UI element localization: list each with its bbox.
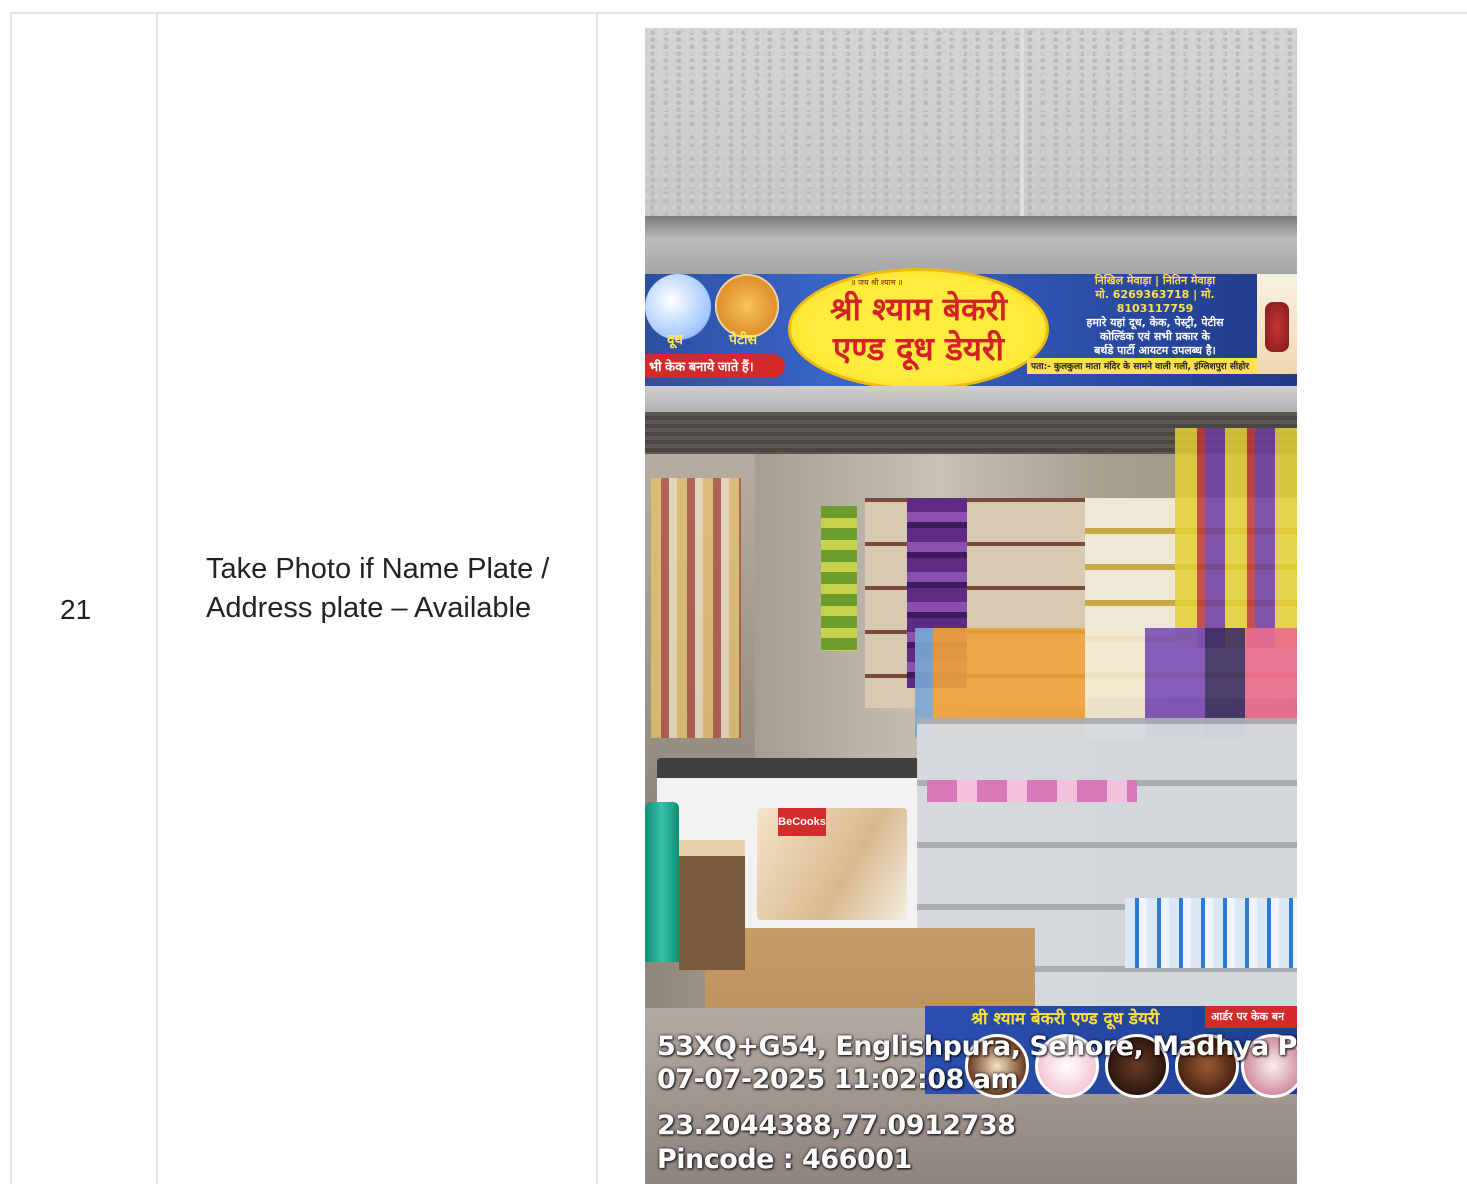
shop-name-oval: ॥ जय श्री श्याम ॥ श्री श्याम बेकरी एण्ड … (788, 268, 1049, 390)
timestamp: 07-07-2025 11:02:08 am (657, 1064, 1019, 1095)
water-bottles (1125, 898, 1297, 968)
column-divider (156, 14, 158, 1184)
hanging-packets (651, 478, 741, 738)
gps-coordinates: 23.2044388,77.0912738 (657, 1110, 1016, 1141)
milk-label: दूध (667, 331, 684, 347)
pincode: Pincode : 466001 (657, 1144, 912, 1175)
row-description: Take Photo if Name Plate / Address plate… (206, 553, 550, 624)
address-strip: पता:- कुलकुला माता मंदिर के सामने वाली ग… (1027, 358, 1257, 374)
contact-block: निखिल मेवाड़ा | नितिन मेवाड़ा मो. 626936… (1086, 274, 1224, 357)
cake-tagline-strip: भी केक बनाये जाते हैं। (645, 354, 785, 378)
shop-name-line1: श्री श्याम बेकरी (829, 290, 1008, 328)
wall (645, 28, 1297, 218)
deity-image (1257, 274, 1297, 374)
freezer-logo: BeCooks (778, 808, 826, 836)
column-divider (596, 14, 598, 1184)
shop-photo[interactable]: दूध पेटीस भी केक बनाये जाते हैं। ॥ जय श्… (645, 28, 1297, 1184)
shop-name-line2: एण्ड दूध डेयरी (832, 329, 1005, 368)
hanging-candy (1175, 428, 1297, 648)
patties-label: पेटीस (729, 331, 758, 347)
hanging-snacks (821, 506, 857, 651)
patties-image (715, 274, 779, 338)
geo-address: 53XQ+G54, Englishpura, Sehore, Madhya Pr… (657, 1031, 1297, 1062)
row-number: 21 (60, 594, 92, 625)
shop-name-plate: दूध पेटीस भी केक बनाये जाते हैं। ॥ जय श्… (645, 268, 1297, 390)
water-can (645, 802, 679, 962)
stool (679, 840, 745, 970)
